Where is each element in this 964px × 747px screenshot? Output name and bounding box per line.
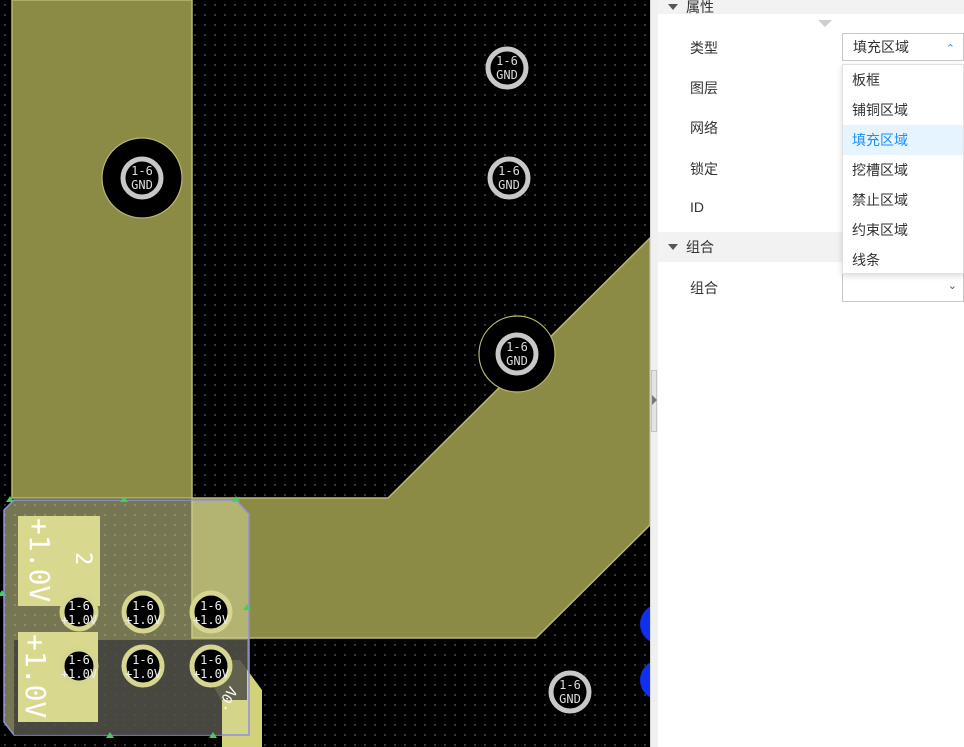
svg-text:1-6: 1-6 bbox=[506, 340, 528, 354]
tooltip-notch bbox=[818, 20, 832, 27]
svg-text:1-6: 1-6 bbox=[496, 54, 518, 68]
dropdown-option-keepout-area[interactable]: 禁止区域 bbox=[843, 185, 963, 215]
label-group: 组合 bbox=[690, 280, 718, 296]
svg-text:+1.0V: +1.0V bbox=[125, 667, 161, 681]
pad-blue[interactable] bbox=[640, 660, 650, 700]
pcb-canvas[interactable]: +1.0V +1.0V 2 .0V 1-6 GND 1-6 GND 1-6 GN… bbox=[0, 0, 650, 747]
pad-power[interactable]: 1-6 +1.0V bbox=[189, 644, 233, 688]
chevron-down-icon[interactable]: ⌄ bbox=[948, 279, 957, 292]
section-title-group: 组合 bbox=[686, 239, 714, 255]
copper-pour-diagonal[interactable] bbox=[191, 236, 650, 639]
pad-gnd[interactable]: 1-6 GND bbox=[495, 332, 539, 376]
group-select[interactable]: ⌄ bbox=[842, 274, 964, 302]
pad-blue[interactable] bbox=[640, 604, 650, 644]
pad-power[interactable]: 1-6 +1.0V bbox=[121, 590, 165, 634]
svg-text:1-6: 1-6 bbox=[132, 599, 154, 613]
silk-number: 2 bbox=[70, 552, 95, 565]
section-header-properties[interactable]: 属性 bbox=[658, 0, 964, 15]
label-type: 类型 bbox=[690, 40, 718, 56]
type-select-value: 填充区域 bbox=[853, 39, 909, 55]
dropdown-option-copper-area[interactable]: 铺铜区域 bbox=[843, 95, 963, 125]
pad-gnd[interactable]: 1-6 GND bbox=[485, 46, 529, 90]
silk-label-1: +1.0V bbox=[23, 518, 56, 602]
type-dropdown-menu: 板框 铺铜区域 填充区域 挖槽区域 禁止区域 约束区域 线条 bbox=[842, 64, 964, 274]
dropdown-option-board-outline[interactable]: 板框 bbox=[843, 65, 963, 95]
svg-text:GND: GND bbox=[131, 178, 153, 192]
svg-text:1-6: 1-6 bbox=[200, 653, 222, 667]
svg-text:+1.0V: +1.0V bbox=[61, 613, 97, 627]
svg-text:+1.0V: +1.0V bbox=[61, 667, 97, 681]
svg-text:1-6: 1-6 bbox=[131, 164, 153, 178]
svg-text:1-6: 1-6 bbox=[132, 653, 154, 667]
svg-text:GND: GND bbox=[498, 178, 520, 192]
svg-text:GND: GND bbox=[506, 354, 528, 368]
properties-panel: 属性 类型 图层 网络 锁定 ID 组合 组合 填充区域 ⌃ ⌄ 板框 铺铜区域… bbox=[658, 0, 964, 747]
dropdown-option-line[interactable]: 线条 bbox=[843, 245, 963, 275]
caret-down-icon[interactable] bbox=[668, 244, 678, 250]
caret-down-icon[interactable] bbox=[668, 4, 678, 10]
collapse-arrow-icon[interactable] bbox=[652, 395, 657, 405]
dropdown-option-slot-area[interactable]: 挖槽区域 bbox=[843, 155, 963, 185]
label-id: ID bbox=[690, 199, 704, 215]
silk-label-2: +1.0V bbox=[19, 634, 52, 718]
svg-text:1-6: 1-6 bbox=[200, 599, 222, 613]
section-title-properties: 属性 bbox=[686, 0, 714, 15]
svg-text:GND: GND bbox=[559, 692, 581, 706]
dropdown-option-fill-area[interactable]: 填充区域 bbox=[843, 125, 963, 155]
pad-gnd[interactable]: 1-6 GND bbox=[487, 156, 531, 200]
pad-power[interactable]: 1-6 +1.0V bbox=[121, 644, 165, 688]
label-lock: 锁定 bbox=[690, 161, 718, 177]
pcb-drawing[interactable]: +1.0V +1.0V 2 .0V 1-6 GND 1-6 GND 1-6 GN… bbox=[0, 0, 650, 747]
svg-text:1-6: 1-6 bbox=[68, 599, 90, 613]
pad-gnd[interactable]: 1-6 GND bbox=[548, 670, 592, 714]
svg-text:+1.0V: +1.0V bbox=[125, 613, 161, 627]
svg-text:1-6: 1-6 bbox=[68, 653, 90, 667]
pad-power[interactable]: 1-6 +1.0V bbox=[59, 592, 99, 632]
copper-pour-vertical[interactable] bbox=[11, 0, 193, 499]
svg-text:GND: GND bbox=[496, 68, 518, 82]
svg-text:1-6: 1-6 bbox=[559, 678, 581, 692]
svg-text:1-6: 1-6 bbox=[498, 164, 520, 178]
label-layer: 图层 bbox=[690, 80, 718, 96]
label-net: 网络 bbox=[690, 120, 718, 136]
pad-power[interactable]: 1-6 +1.0V bbox=[189, 590, 233, 634]
dropdown-option-constraint-area[interactable]: 约束区域 bbox=[843, 215, 963, 245]
type-select[interactable]: 填充区域 ⌃ bbox=[842, 33, 964, 61]
svg-text:+1.0V: +1.0V bbox=[193, 613, 229, 627]
chevron-up-icon[interactable]: ⌃ bbox=[946, 42, 955, 55]
svg-text:+1.0V: +1.0V bbox=[193, 667, 229, 681]
pad-power[interactable]: 1-6 +1.0V bbox=[59, 646, 99, 686]
pad-gnd[interactable]: 1-6 GND bbox=[120, 156, 164, 200]
